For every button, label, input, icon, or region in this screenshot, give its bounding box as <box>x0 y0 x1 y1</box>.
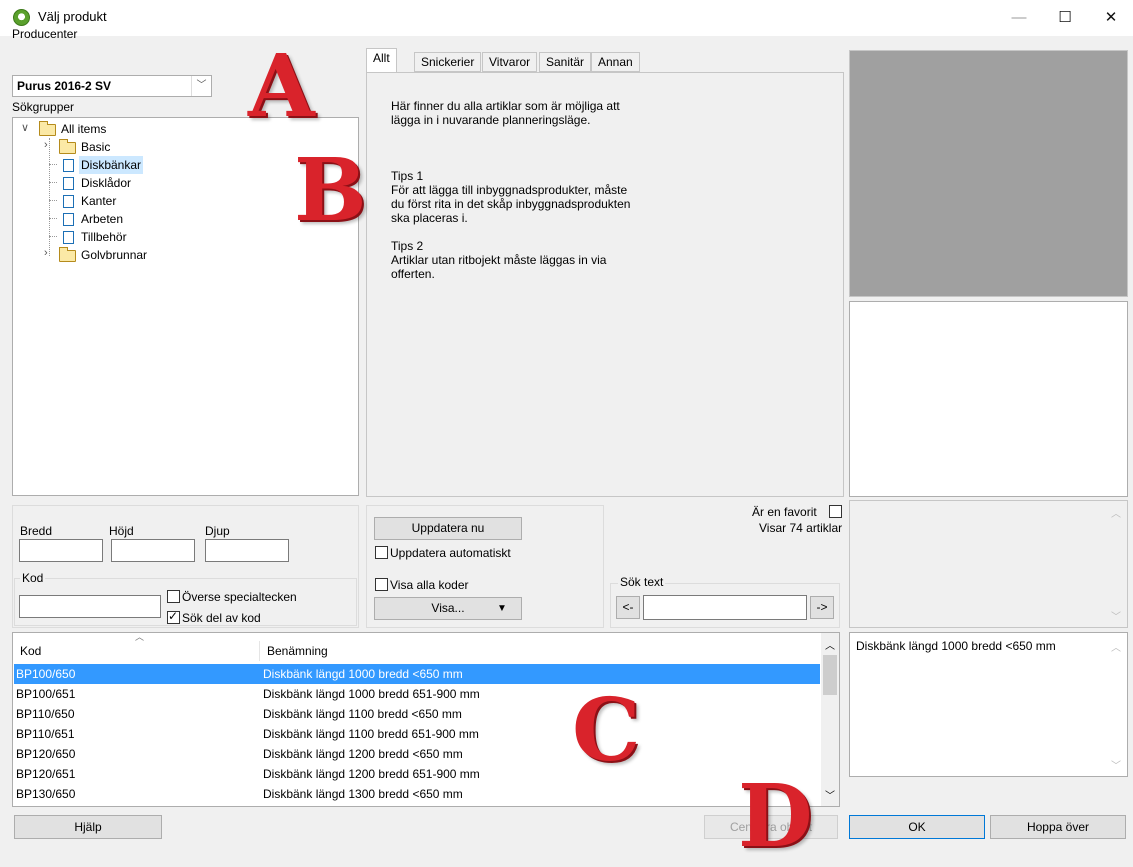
table-row[interactable]: BP110/650 Diskbänk längd 1100 bredd <650 … <box>14 704 820 724</box>
table-row[interactable]: BP100/650 Diskbänk längd 1000 bredd <650 … <box>14 664 820 684</box>
info-panel: Här finner du alla artiklar som är möjli… <box>366 72 844 497</box>
visa-dropdown-button[interactable]: Visa... ▼ <box>374 597 522 620</box>
auto-update-label: Uppdatera automatiskt <box>390 546 511 560</box>
overlay-letter-a: A <box>248 36 315 137</box>
update-now-button[interactable]: Uppdatera nu <box>374 517 522 540</box>
tab-sanitar[interactable]: Sanitär <box>539 52 592 72</box>
djup-input[interactable] <box>205 539 289 562</box>
ok-button[interactable]: OK <box>849 815 985 839</box>
column-header-benamning[interactable]: Benämning <box>267 641 328 661</box>
article-count: Visar 74 artiklar <box>759 521 843 535</box>
search-prev-button[interactable]: <- <box>616 596 640 619</box>
tips1-text: ska placeras i. <box>391 211 468 225</box>
overlay-letter-c: C <box>572 680 641 781</box>
producenter-value: Purus 2016-2 SV <box>17 79 112 93</box>
tips2-text: Artiklar utan ritbojekt måste läggas in … <box>391 253 607 267</box>
tab-annan[interactable]: Annan <box>591 52 640 72</box>
product-detail-box: ︿ ﹀ <box>849 500 1128 628</box>
table-row[interactable]: BP110/651 Diskbänk längd 1100 bredd 651-9… <box>14 724 820 744</box>
expand-chevron-icon[interactable]: › <box>44 247 48 259</box>
search-next-button[interactable]: -> <box>810 596 834 619</box>
show-all-codes-checkbox[interactable] <box>375 578 388 591</box>
document-icon <box>63 213 74 226</box>
overlay-letter-d: D <box>738 766 813 867</box>
bredd-label: Bredd <box>20 524 53 538</box>
sokgrupper-label: Sökgrupper <box>12 100 75 114</box>
kod-label: Kod <box>20 571 46 585</box>
tips2-text: offerten. <box>391 267 435 281</box>
folder-icon <box>59 139 76 154</box>
favorite-checkbox[interactable] <box>829 505 842 518</box>
description-panel: Diskbänk längd 1000 bredd <650 mm ︿ ﹀ <box>849 632 1128 777</box>
product-drawing-preview <box>849 301 1128 497</box>
table-row[interactable]: BP130/650 Diskbänk längd 1300 bredd <650 … <box>14 784 820 804</box>
folder-icon <box>39 121 56 136</box>
minimize-button[interactable]: — <box>996 0 1042 36</box>
tips1-title: Tips 1 <box>391 169 424 183</box>
producenter-dropdown[interactable]: Purus 2016-2 SV ﹀ <box>12 75 212 97</box>
overlay-letter-b: B <box>294 140 367 241</box>
help-button[interactable]: Hjälp <box>14 815 162 839</box>
folder-icon <box>59 247 76 262</box>
collapse-chevron-icon[interactable]: ∨ <box>21 121 29 134</box>
scroll-down-icon[interactable]: ﹀ <box>1111 757 1121 772</box>
bredd-input[interactable] <box>19 539 103 562</box>
sort-ascending-icon: ︿ <box>135 632 145 642</box>
producenter-label: Producenter <box>12 27 78 41</box>
title-bar <box>0 0 1133 36</box>
scroll-down-icon[interactable]: ﹀ <box>1111 608 1121 623</box>
scroll-up-icon[interactable]: ︿ <box>1111 505 1121 520</box>
skip-button[interactable]: Hoppa över <box>990 815 1126 839</box>
djup-label: Djup <box>205 524 230 538</box>
close-button[interactable]: ✕ <box>1088 0 1133 36</box>
tab-vitvaror[interactable]: Vitvaror <box>482 52 538 72</box>
auto-update-checkbox[interactable] <box>375 546 388 559</box>
table-row[interactable]: BP100/651 Diskbänk längd 1000 bredd 651-9… <box>14 684 820 704</box>
sok-del-checkbox[interactable] <box>167 609 180 624</box>
search-text-label: Sök text <box>618 575 666 589</box>
triangle-down-icon: ▼ <box>497 603 507 614</box>
show-all-codes-label: Visa alla koder <box>390 578 469 592</box>
document-icon <box>63 231 74 244</box>
overse-label: Överse specialtecken <box>182 590 297 604</box>
table-row[interactable]: BP120/651 Diskbänk längd 1200 bredd 651-9… <box>14 764 820 784</box>
visa-label: Visa... <box>431 601 465 615</box>
table-scrollbar[interactable]: ︿ ﹀ <box>821 633 839 806</box>
info-text: lägga in i nuvarande planneringsläge. <box>391 113 591 127</box>
product-image-preview <box>849 50 1128 297</box>
description-text: Diskbänk längd 1000 bredd <650 mm <box>856 639 1056 653</box>
app-logo-icon <box>13 9 30 26</box>
favorite-label: Är en favorit <box>752 505 817 519</box>
column-header-kod[interactable]: Kod <box>20 641 41 661</box>
chevron-down-icon[interactable]: ﹀ <box>191 76 211 96</box>
tab-allt[interactable]: Allt <box>366 48 397 73</box>
search-text-input[interactable] <box>643 595 807 620</box>
document-icon <box>63 159 74 172</box>
tips2-title: Tips 2 <box>391 239 424 253</box>
maximize-button[interactable]: ☐ <box>1042 0 1088 36</box>
scroll-down-icon[interactable]: ﹀ <box>825 787 835 802</box>
hojd-input[interactable] <box>111 539 195 562</box>
tab-snickerier[interactable]: Snickerier <box>414 52 482 72</box>
scroll-up-icon[interactable]: ︿ <box>1111 639 1121 654</box>
tips1-text: För att lägga till inbyggnadsprodukter, … <box>391 183 628 197</box>
sok-del-label: Sök del av kod <box>182 611 261 625</box>
info-text: Här finner du alla artiklar som är möjli… <box>391 99 620 113</box>
tips1-text: du först rita in det skåp inbyggnadsprod… <box>391 197 631 211</box>
table-row[interactable]: BP120/650 Diskbänk längd 1200 bredd <650 … <box>14 744 820 764</box>
kod-input[interactable] <box>19 595 161 618</box>
document-icon <box>63 195 74 208</box>
expand-chevron-icon[interactable]: › <box>44 139 48 151</box>
hojd-label: Höjd <box>109 524 134 538</box>
scroll-up-icon[interactable]: ︿ <box>825 637 835 652</box>
scrollbar-thumb[interactable] <box>823 655 837 695</box>
window-title: Välj produkt <box>38 9 107 24</box>
overse-checkbox[interactable] <box>167 590 180 603</box>
document-icon <box>63 177 74 190</box>
